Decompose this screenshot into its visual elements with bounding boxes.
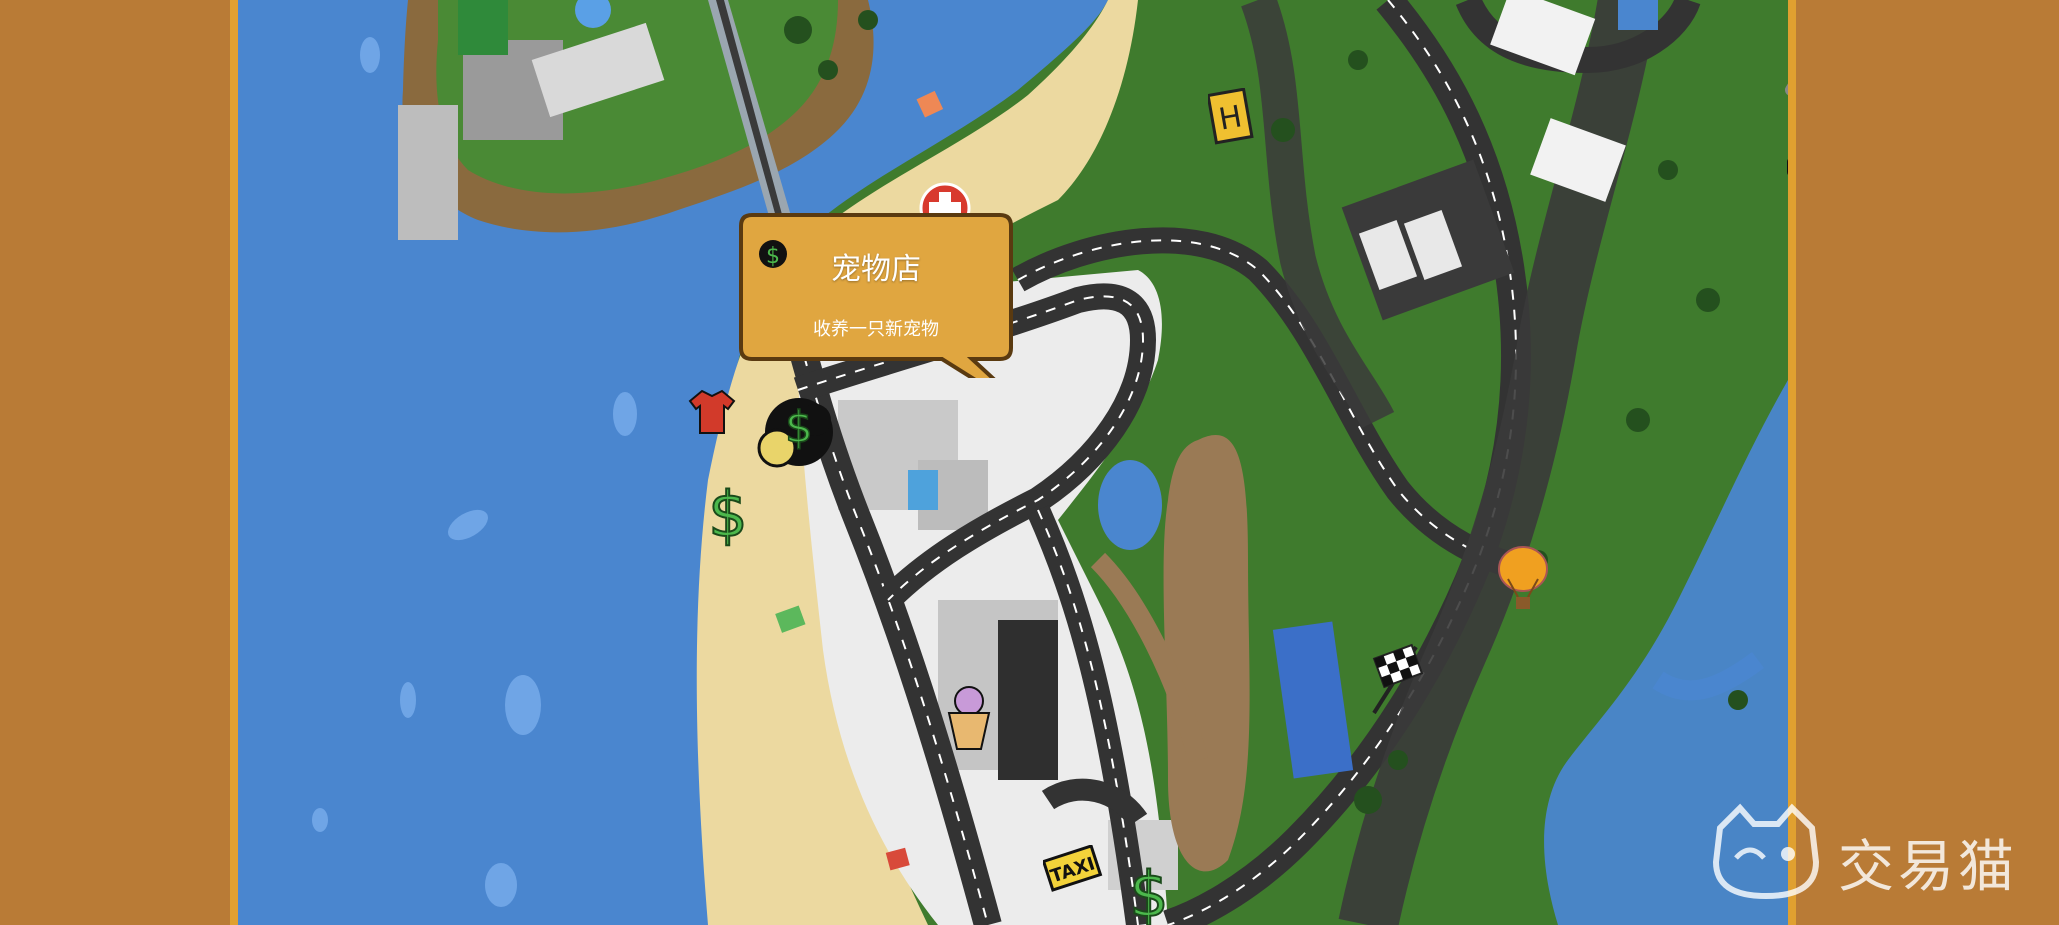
- taxi-sign-icon[interactable]: TAXI: [1043, 845, 1103, 897]
- right-frame-edge: [1788, 0, 1796, 925]
- svg-text:$: $: [785, 402, 813, 453]
- left-frame-edge: [230, 0, 238, 925]
- watermark-text: 交易猫: [1838, 835, 2018, 900]
- callout-description: 收养一只新宠物: [813, 319, 939, 340]
- svg-text:$: $: [1129, 858, 1168, 925]
- money-icon-bottom[interactable]: $: [1126, 858, 1172, 925]
- money-icon[interactable]: $: [705, 478, 751, 548]
- pet-shop-callout[interactable]: $ 宠物店 收养一只新宠物: [738, 212, 1014, 378]
- car-dealer-icon[interactable]: [1782, 140, 1788, 190]
- callout-title: 宠物店: [831, 252, 921, 287]
- cat-face-icon: [1712, 803, 1820, 900]
- map-terrain: [238, 0, 1788, 925]
- pet-shop-paw-icon[interactable]: $: [749, 380, 844, 480]
- helipad-h-icon[interactable]: H: [1208, 88, 1254, 146]
- repair-wrench-icon[interactable]: [1781, 20, 1788, 100]
- ice-cream-shop-icon[interactable]: [943, 683, 995, 753]
- svg-text:$: $: [708, 478, 747, 548]
- hot-air-balloon-icon[interactable]: [1496, 545, 1550, 617]
- right-frame-border: [1788, 0, 2059, 925]
- left-frame-border: [0, 0, 234, 925]
- race-checkered-flag-icon[interactable]: [1368, 643, 1426, 717]
- watermark: 交易猫: [1706, 802, 2036, 902]
- clothes-shop-shirt-icon[interactable]: [688, 387, 736, 437]
- game-map[interactable]: $ $ $ H TAXI: [238, 0, 1788, 925]
